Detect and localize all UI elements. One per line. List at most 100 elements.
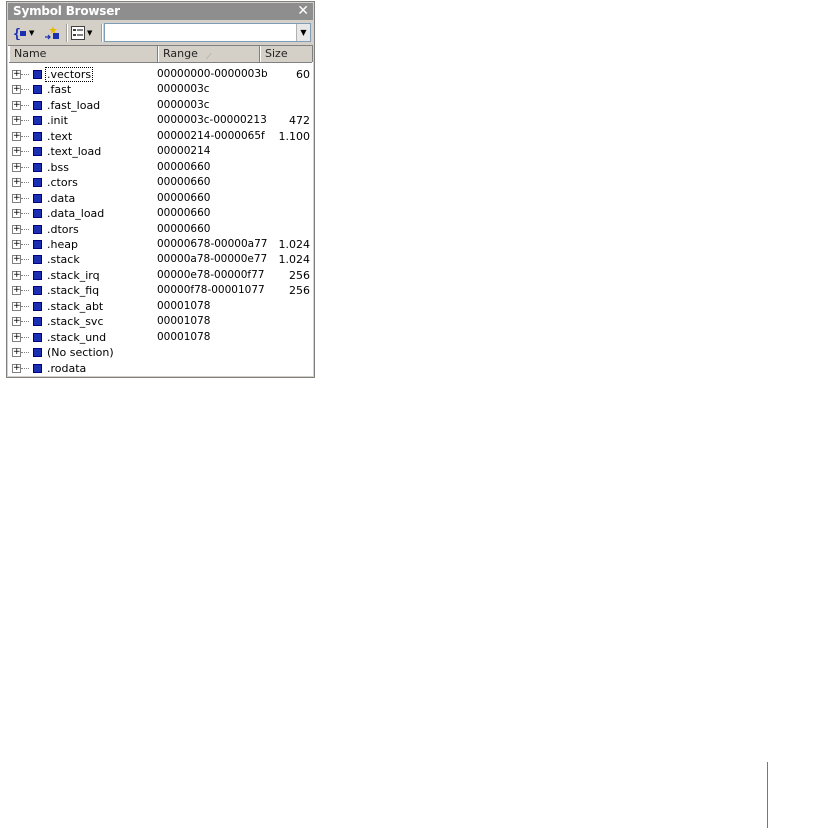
tree-connector bbox=[21, 166, 29, 168]
list-item[interactable]: + .text 00000214-0000065f 1.100 bbox=[8, 129, 313, 144]
symbol-filter-input[interactable] bbox=[107, 25, 292, 40]
section-icon bbox=[33, 131, 42, 141]
list-item[interactable]: + .bss 00000660 bbox=[8, 160, 313, 175]
expand-icon[interactable]: + bbox=[12, 348, 21, 358]
list-item[interactable]: + (No section) bbox=[8, 345, 313, 360]
section-name: .stack_abt bbox=[47, 299, 104, 313]
section-name: .stack_svc bbox=[47, 315, 104, 329]
column-header-name[interactable]: Name bbox=[9, 46, 158, 62]
list-header: Name Range ⟋ Size bbox=[9, 46, 313, 63]
toolbar: { ▼ ▼ ▼ bbox=[8, 21, 313, 45]
list-item[interactable]: + .dtors 00000660 bbox=[8, 222, 313, 237]
section-range: 00000f78-00001077 bbox=[157, 284, 265, 297]
section-range: 00000214-0000065f bbox=[157, 129, 265, 142]
list-item[interactable]: + .stack_irq 00000e78-00000f77 256 bbox=[8, 268, 313, 283]
tree-connector bbox=[21, 290, 29, 292]
section-range: 00001078 bbox=[157, 299, 211, 312]
tree-connector bbox=[21, 151, 29, 153]
expand-icon[interactable]: + bbox=[12, 332, 21, 342]
expand-icon[interactable]: + bbox=[12, 270, 21, 280]
expand-icon[interactable]: + bbox=[12, 131, 21, 141]
section-name: .rodata bbox=[47, 361, 87, 375]
section-icon bbox=[33, 116, 42, 126]
view-options-button[interactable]: ▼ bbox=[71, 24, 92, 42]
expand-icon[interactable]: + bbox=[12, 100, 21, 110]
section-range: 00000660 bbox=[157, 222, 211, 235]
expand-icon[interactable]: + bbox=[12, 85, 21, 95]
section-size bbox=[265, 191, 310, 206]
section-size: 256 bbox=[289, 268, 310, 282]
symbol-filter-combo[interactable]: ▼ bbox=[104, 23, 311, 42]
section-range: 00000660 bbox=[157, 176, 211, 189]
section-range: 00001078 bbox=[157, 330, 211, 343]
view-options-icon bbox=[71, 26, 85, 40]
expand-icon[interactable]: + bbox=[12, 301, 21, 311]
symbol-browser-window: Symbol Browser ✕ { ▼ ▼ ▼ Name Range ⟋ Si… bbox=[6, 1, 315, 378]
list-item[interactable]: + .data_load 00000660 bbox=[8, 206, 313, 221]
section-icon bbox=[33, 178, 42, 188]
section-size: 472 bbox=[289, 114, 310, 128]
expand-icon[interactable]: + bbox=[12, 70, 21, 79]
new-symbol-button[interactable] bbox=[44, 24, 60, 42]
expand-icon[interactable]: + bbox=[12, 193, 21, 203]
expand-icon[interactable]: + bbox=[12, 178, 21, 188]
expand-icon[interactable]: + bbox=[12, 116, 21, 126]
expand-icon[interactable]: + bbox=[12, 317, 21, 327]
expand-icon[interactable]: + bbox=[12, 147, 21, 157]
list-item[interactable]: + .data 00000660 bbox=[8, 191, 313, 206]
tree-connector bbox=[21, 243, 29, 245]
scope-filter-button[interactable]: { ▼ bbox=[13, 24, 34, 42]
list-item[interactable]: + .stack_fiq 00000f78-00001077 256 bbox=[8, 283, 313, 298]
tree-connector bbox=[21, 89, 29, 91]
section-icon bbox=[33, 286, 42, 296]
section-name: .fast bbox=[47, 83, 72, 97]
list-item[interactable]: + .init 0000003c-00000213 472 bbox=[8, 113, 313, 128]
dropdown-arrow-icon[interactable]: ▼ bbox=[296, 24, 310, 41]
symbol-list[interactable]: Name Range ⟋ Size + .vectors 00000000-0000… bbox=[8, 45, 313, 376]
section-range: 0000003c bbox=[157, 98, 210, 111]
expand-icon[interactable]: + bbox=[12, 239, 21, 249]
expand-icon[interactable]: + bbox=[12, 286, 21, 296]
list-item[interactable]: + .stack 00000a78-00000e77 1.024 bbox=[8, 252, 313, 267]
tree-connector bbox=[21, 274, 29, 276]
section-name: .stack_fiq bbox=[47, 284, 100, 298]
list-item[interactable]: + .stack_svc 00001078 bbox=[8, 314, 313, 329]
section-icon bbox=[33, 162, 42, 172]
list-item[interactable]: + .ctors 00000660 bbox=[8, 175, 313, 190]
section-size bbox=[265, 144, 310, 159]
section-icon bbox=[33, 147, 42, 157]
section-name: .heap bbox=[47, 237, 78, 251]
list-item[interactable]: + .stack_abt 00001078 bbox=[8, 299, 313, 314]
section-range: 00000a78-00000e77 bbox=[157, 253, 268, 266]
expand-icon[interactable]: + bbox=[12, 224, 21, 234]
tree-connector bbox=[21, 213, 29, 215]
close-button[interactable]: ✕ bbox=[297, 3, 309, 19]
section-name: .vectors bbox=[45, 67, 94, 82]
expand-icon[interactable]: + bbox=[12, 162, 21, 172]
column-header-range[interactable]: Range ⟋ bbox=[158, 46, 260, 62]
section-range: 00000000-0000003b bbox=[157, 68, 268, 80]
tree-connector bbox=[21, 352, 29, 354]
expand-icon[interactable]: + bbox=[12, 209, 21, 219]
list-item[interactable]: + .fast_load 0000003c bbox=[8, 98, 313, 113]
expand-icon[interactable]: + bbox=[12, 363, 21, 373]
list-item[interactable]: + .rodata bbox=[8, 361, 313, 376]
title-bar[interactable]: Symbol Browser ✕ bbox=[8, 3, 313, 20]
section-range: 00001078 bbox=[157, 315, 211, 328]
column-header-size[interactable]: Size bbox=[260, 46, 313, 62]
list-item[interactable]: + .vectors 00000000-0000003b 60 bbox=[8, 67, 313, 82]
section-range: 0000003c-00000213 bbox=[157, 114, 267, 127]
list-item[interactable]: + .text_load 00000214 bbox=[8, 144, 313, 159]
section-range: 0000003c bbox=[157, 83, 210, 96]
section-size: 1.100 bbox=[278, 129, 311, 143]
section-range: 00000660 bbox=[157, 191, 211, 204]
list-item[interactable]: + .stack_und 00001078 bbox=[8, 330, 313, 345]
section-size bbox=[265, 160, 310, 175]
expand-icon[interactable]: + bbox=[12, 255, 21, 265]
list-item[interactable]: + .fast 0000003c bbox=[8, 82, 313, 97]
section-name: .stack bbox=[47, 253, 80, 267]
section-size bbox=[265, 330, 310, 345]
section-icon bbox=[33, 255, 42, 265]
section-name: .data bbox=[47, 191, 76, 205]
list-item[interactable]: + .heap 00000678-00000a77 1.024 bbox=[8, 237, 313, 252]
